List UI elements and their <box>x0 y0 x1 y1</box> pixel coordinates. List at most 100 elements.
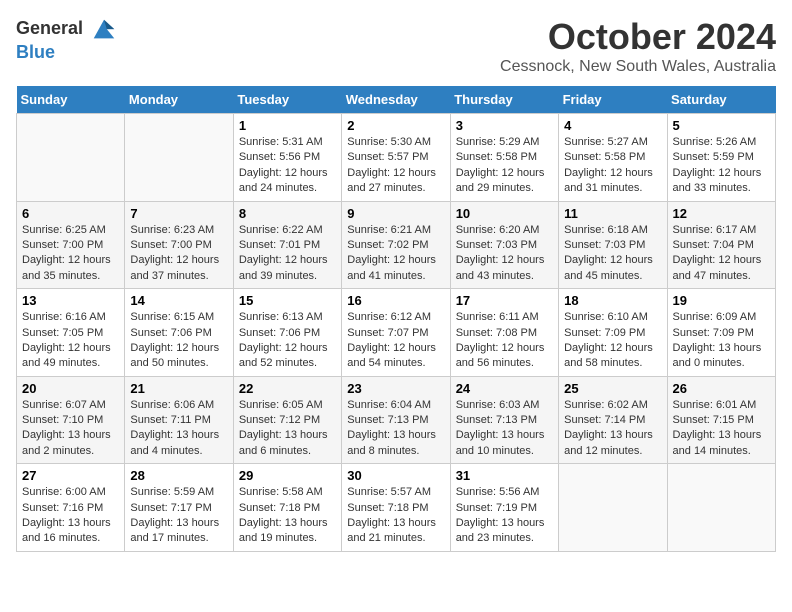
day-cell: 7Sunrise: 6:23 AMSunset: 7:00 PMDaylight… <box>125 201 233 289</box>
day-info: Sunrise: 5:58 AMSunset: 7:18 PMDaylight:… <box>239 485 336 547</box>
day-number: 14 <box>130 293 227 308</box>
day-cell: 17Sunrise: 6:11 AMSunset: 7:08 PMDayligh… <box>450 289 558 377</box>
day-number: 4 <box>564 118 661 133</box>
day-info: Sunrise: 6:20 AMSunset: 7:03 PMDaylight:… <box>456 223 553 285</box>
week-row-0: 1Sunrise: 5:31 AMSunset: 5:56 PMDaylight… <box>17 114 776 202</box>
day-info: Sunrise: 6:16 AMSunset: 7:05 PMDaylight:… <box>22 310 119 372</box>
day-cell: 29 Sunrise: 5:58 AMSunset: 7:18 PMDayligh… <box>233 464 341 552</box>
day-info: Sunrise: 6:06 AMSunset: 7:11 PMDaylight:… <box>130 398 227 460</box>
day-number: 25 <box>564 381 661 396</box>
day-cell: 3 Sunrise: 5:29 AMSunset: 5:58 PMDaylight… <box>450 114 558 202</box>
day-cell: 6Sunrise: 6:25 AMSunset: 7:00 PMDaylight… <box>17 201 125 289</box>
day-info: Sunrise: 5:30 AMSunset: 5:57 PMDaylight:… <box>347 135 444 197</box>
day-info: Sunrise: 6:09 AMSunset: 7:09 PMDaylight:… <box>673 310 770 372</box>
day-number: 23 <box>347 381 444 396</box>
day-number: 29 <box>239 468 336 483</box>
day-info: Sunrise: 6:15 AMSunset: 7:06 PMDaylight:… <box>130 310 227 372</box>
day-number: 8 <box>239 206 336 221</box>
day-cell: 22 Sunrise: 6:05 AMSunset: 7:12 PMDayligh… <box>233 376 341 464</box>
day-info: Sunrise: 5:57 AMSunset: 7:18 PMDaylight:… <box>347 485 444 547</box>
day-info: Sunrise: 6:23 AMSunset: 7:00 PMDaylight:… <box>130 223 227 285</box>
day-number: 5 <box>673 118 770 133</box>
calendar-table: SundayMondayTuesdayWednesdayThursdayFrid… <box>16 86 776 552</box>
day-cell: 24 Sunrise: 6:03 AMSunset: 7:13 PMDayligh… <box>450 376 558 464</box>
logo-line2: Blue <box>16 42 118 63</box>
day-number: 1 <box>239 118 336 133</box>
day-number: 26 <box>673 381 770 396</box>
logo: General Blue <box>16 16 118 63</box>
day-info: Sunrise: 6:05 AMSunset: 7:12 PMDaylight:… <box>239 398 336 460</box>
day-cell: 14 Sunrise: 6:15 AMSunset: 7:06 PMDayligh… <box>125 289 233 377</box>
day-info: Sunrise: 5:56 AMSunset: 7:19 PMDaylight:… <box>456 485 553 547</box>
day-cell: 5 Sunrise: 5:26 AMSunset: 5:59 PMDaylight… <box>667 114 775 202</box>
day-number: 10 <box>456 206 553 221</box>
day-info: Sunrise: 6:04 AMSunset: 7:13 PMDaylight:… <box>347 398 444 460</box>
day-info: Sunrise: 5:59 AMSunset: 7:17 PMDaylight:… <box>130 485 227 547</box>
day-cell: 11Sunrise: 6:18 AMSunset: 7:03 PMDayligh… <box>559 201 667 289</box>
day-number: 9 <box>347 206 444 221</box>
day-cell: 4Sunrise: 5:27 AMSunset: 5:58 PMDaylight… <box>559 114 667 202</box>
day-cell: 31 Sunrise: 5:56 AMSunset: 7:19 PMDayligh… <box>450 464 558 552</box>
day-number: 31 <box>456 468 553 483</box>
day-number: 16 <box>347 293 444 308</box>
day-cell: 19Sunrise: 6:09 AMSunset: 7:09 PMDayligh… <box>667 289 775 377</box>
day-number: 12 <box>673 206 770 221</box>
day-info: Sunrise: 6:03 AMSunset: 7:13 PMDaylight:… <box>456 398 553 460</box>
logo-icon <box>90 16 118 44</box>
day-info: Sunrise: 6:01 AMSunset: 7:15 PMDaylight:… <box>673 398 770 460</box>
day-info: Sunrise: 6:10 AMSunset: 7:09 PMDaylight:… <box>564 310 661 372</box>
header-cell-tuesday: Tuesday <box>233 86 341 114</box>
day-number: 21 <box>130 381 227 396</box>
day-cell: 15 Sunrise: 6:13 AMSunset: 7:06 PMDayligh… <box>233 289 341 377</box>
day-cell: 13Sunrise: 6:16 AMSunset: 7:05 PMDayligh… <box>17 289 125 377</box>
day-number: 15 <box>239 293 336 308</box>
day-number: 11 <box>564 206 661 221</box>
day-number: 27 <box>22 468 119 483</box>
header-row: SundayMondayTuesdayWednesdayThursdayFrid… <box>17 86 776 114</box>
day-cell: 10 Sunrise: 6:20 AMSunset: 7:03 PMDayligh… <box>450 201 558 289</box>
day-info: Sunrise: 6:13 AMSunset: 7:06 PMDaylight:… <box>239 310 336 372</box>
day-number: 2 <box>347 118 444 133</box>
page-header: General Blue October 2024 Cessnock, New … <box>16 16 776 76</box>
day-number: 18 <box>564 293 661 308</box>
day-number: 3 <box>456 118 553 133</box>
day-cell: 27Sunrise: 6:00 AMSunset: 7:16 PMDayligh… <box>17 464 125 552</box>
title-block: October 2024 Cessnock, New South Wales, … <box>500 16 776 76</box>
day-number: 22 <box>239 381 336 396</box>
day-cell: 8 Sunrise: 6:22 AMSunset: 7:01 PMDaylight… <box>233 201 341 289</box>
calendar-title: October 2024 <box>500 16 776 58</box>
day-cell: 28 Sunrise: 5:59 AMSunset: 7:17 PMDayligh… <box>125 464 233 552</box>
day-cell: 2 Sunrise: 5:30 AMSunset: 5:57 PMDaylight… <box>342 114 450 202</box>
day-info: Sunrise: 6:02 AMSunset: 7:14 PMDaylight:… <box>564 398 661 460</box>
week-row-3: 20Sunrise: 6:07 AMSunset: 7:10 PMDayligh… <box>17 376 776 464</box>
week-row-2: 13Sunrise: 6:16 AMSunset: 7:05 PMDayligh… <box>17 289 776 377</box>
day-cell: 21 Sunrise: 6:06 AMSunset: 7:11 PMDayligh… <box>125 376 233 464</box>
calendar-subtitle: Cessnock, New South Wales, Australia <box>500 58 776 76</box>
day-cell: 18 Sunrise: 6:10 AMSunset: 7:09 PMDayligh… <box>559 289 667 377</box>
day-cell <box>667 464 775 552</box>
logo-text: General <box>16 16 118 44</box>
week-row-4: 27Sunrise: 6:00 AMSunset: 7:16 PMDayligh… <box>17 464 776 552</box>
day-cell <box>559 464 667 552</box>
day-number: 24 <box>456 381 553 396</box>
day-cell: 16Sunrise: 6:12 AMSunset: 7:07 PMDayligh… <box>342 289 450 377</box>
day-number: 28 <box>130 468 227 483</box>
day-cell: 25 Sunrise: 6:02 AMSunset: 7:14 PMDayligh… <box>559 376 667 464</box>
day-cell: 9 Sunrise: 6:21 AMSunset: 7:02 PMDaylight… <box>342 201 450 289</box>
day-info: Sunrise: 5:29 AMSunset: 5:58 PMDaylight:… <box>456 135 553 197</box>
day-cell: 1Sunrise: 5:31 AMSunset: 5:56 PMDaylight… <box>233 114 341 202</box>
day-number: 6 <box>22 206 119 221</box>
day-cell: 26 Sunrise: 6:01 AMSunset: 7:15 PMDayligh… <box>667 376 775 464</box>
day-cell: 23 Sunrise: 6:04 AMSunset: 7:13 PMDayligh… <box>342 376 450 464</box>
day-cell: 12 Sunrise: 6:17 AMSunset: 7:04 PMDayligh… <box>667 201 775 289</box>
day-number: 30 <box>347 468 444 483</box>
day-info: Sunrise: 5:26 AMSunset: 5:59 PMDaylight:… <box>673 135 770 197</box>
day-number: 20 <box>22 381 119 396</box>
header-cell-thursday: Thursday <box>450 86 558 114</box>
week-row-1: 6Sunrise: 6:25 AMSunset: 7:00 PMDaylight… <box>17 201 776 289</box>
day-info: Sunrise: 6:22 AMSunset: 7:01 PMDaylight:… <box>239 223 336 285</box>
day-info: Sunrise: 6:21 AMSunset: 7:02 PMDaylight:… <box>347 223 444 285</box>
header-cell-sunday: Sunday <box>17 86 125 114</box>
day-info: Sunrise: 6:17 AMSunset: 7:04 PMDaylight:… <box>673 223 770 285</box>
day-cell <box>125 114 233 202</box>
